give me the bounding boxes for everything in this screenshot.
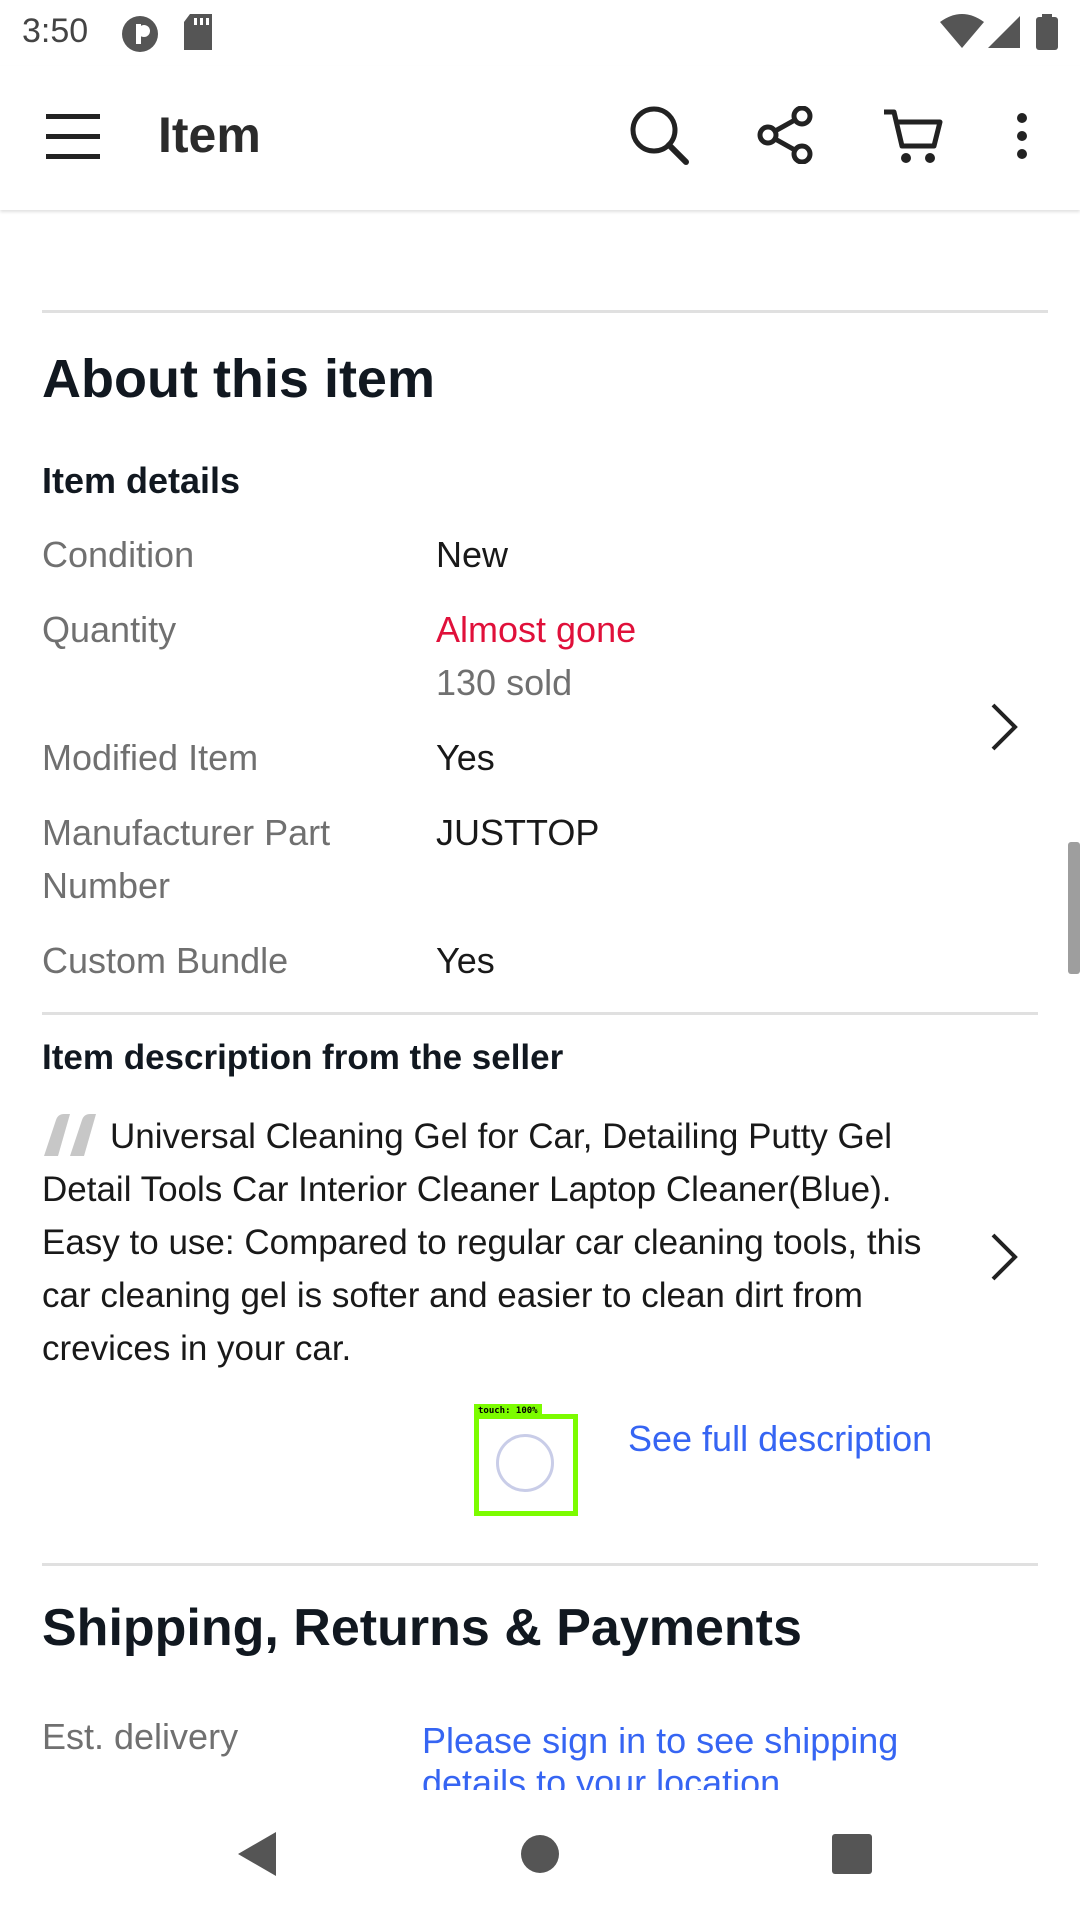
divider [42, 1563, 1038, 1566]
back-icon[interactable] [238, 1832, 278, 1876]
more-options-icon[interactable] [1012, 112, 1032, 160]
description-text: Universal Cleaning Gel for Car, Detailin… [42, 1117, 922, 1368]
touch-ripple [496, 1434, 554, 1492]
divider [42, 310, 1048, 313]
quote-icon [44, 1114, 96, 1156]
status-bar: 3:50 [0, 0, 1080, 66]
quantity-value: Almost gone [436, 609, 637, 650]
custom-bundle-value: Yes [436, 940, 495, 981]
about-item-heading: About this item [42, 349, 435, 409]
home-icon[interactable] [520, 1834, 560, 1874]
battery-icon [1036, 14, 1058, 50]
sd-card-icon [184, 14, 212, 50]
system-nav-bar [0, 1790, 1080, 1920]
item-details-section[interactable]: Condition New Quantity Almost gone 130 s… [0, 520, 1060, 990]
mpn-label-line2: Number [42, 865, 171, 906]
est-delivery-label: Est. delivery [42, 1716, 239, 1757]
wifi-icon [940, 14, 984, 48]
chevron-right-icon [991, 703, 1018, 751]
page-title: Item [158, 107, 261, 163]
item-details-heading: Item details [42, 460, 241, 501]
recents-icon[interactable] [832, 1834, 872, 1874]
quantity-sold: 130 sold [436, 662, 573, 703]
item-description[interactable]: Universal Cleaning Gel for Car, Detailin… [42, 1110, 972, 1375]
quantity-label: Quantity [42, 609, 177, 650]
share-icon[interactable] [756, 106, 814, 164]
divider [42, 1012, 1038, 1015]
condition-value: New [436, 534, 509, 575]
mpn-label-line1: Manufacturer Part [42, 812, 331, 853]
shipping-heading: Shipping, Returns & Payments [42, 1599, 802, 1657]
status-time: 3:50 [22, 12, 89, 50]
modified-item-label: Modified Item [42, 737, 259, 778]
sign-in-shipping-link[interactable]: Please sign in to see shipping details t… [422, 1720, 1042, 1790]
custom-bundle-label: Custom Bundle [42, 940, 289, 981]
scrollbar[interactable] [1068, 842, 1080, 974]
description-heading: Item description from the seller [42, 1038, 564, 1077]
cell-signal-icon [988, 16, 1020, 48]
modified-item-value: Yes [436, 737, 495, 778]
search-icon[interactable] [628, 104, 690, 166]
cart-icon[interactable] [882, 106, 944, 166]
notification-app-icon [122, 16, 158, 52]
see-full-description-link[interactable]: See full description [628, 1418, 932, 1460]
condition-label: Condition [42, 534, 195, 575]
chevron-right-icon[interactable] [990, 1232, 1018, 1282]
mpn-value: JUSTTOP [436, 812, 600, 853]
sign-in-line2: details to your location [422, 1762, 781, 1790]
sign-in-line1: Please sign in to see shipping [422, 1720, 899, 1761]
menu-icon[interactable] [46, 112, 100, 160]
